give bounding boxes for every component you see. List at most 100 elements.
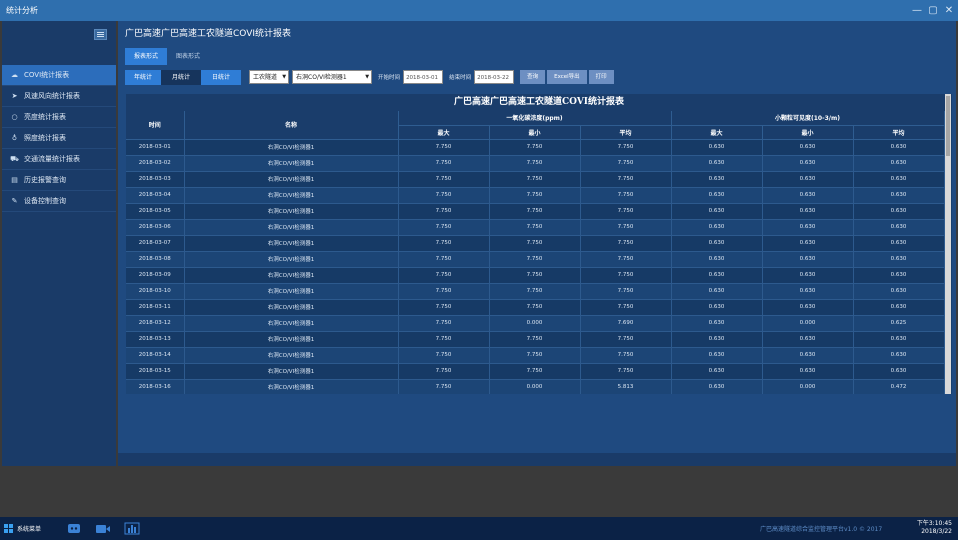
cell-co-min: 7.750 [489, 251, 581, 268]
col-vi-max: 最大 [671, 125, 763, 140]
sidebar-item-label: COVI统计报表 [24, 71, 70, 79]
cell-co-avg: 7.750 [580, 219, 672, 236]
cell-vi-avg: 0.630 [853, 251, 945, 268]
sidebar-item-5[interactable]: ▤ 历史报警查询 [2, 170, 116, 191]
page-title: 广巴高速广巴高速工农隧道COVI统计报表 [125, 29, 292, 39]
sidebar-menu: ☁ COVI统计报表 ➤ 风速风向统计报表 ○ 亮度统计报表 ♁ 照度统计报表 ⛟ 交通流量统计报… [2, 65, 116, 212]
print-button[interactable]: 打印 [588, 70, 614, 84]
table-row: 2018-03-04 右洞CO/VI检测器1 7.750 7.750 7.750 0.63… [126, 187, 945, 204]
sidebar-item-label: 交通流量统计报表 [24, 155, 80, 163]
tab-report-form[interactable]: 报表形式 [125, 48, 168, 65]
cell-co-avg: 7.750 [580, 283, 672, 300]
cell-vi-min: 0.630 [762, 203, 854, 220]
year-stat-button[interactable]: 年统计 [125, 69, 162, 85]
taskbar: 系统菜单 广巴高速隧道综合监控管理平台v1.0 © 2017 下午3:10:45… [0, 517, 958, 540]
scrollbar-thumb[interactable] [946, 96, 950, 156]
close-icon[interactable]: ✕ [944, 0, 954, 21]
report-scrollbar[interactable] [945, 94, 951, 394]
gamepad-icon[interactable] [66, 521, 82, 536]
table-row: 2018-03-15 右洞CO/VI检测器1 7.750 7.750 7.750 0.63… [126, 363, 945, 380]
start-time-input[interactable]: 2018-03-01 [403, 70, 444, 84]
cell-name: 右洞CO/VI检测器1 [184, 219, 399, 236]
cell-co-min: 7.750 [489, 235, 581, 252]
sidebar-item-0[interactable]: ☁ COVI统计报表 [2, 65, 116, 86]
cell-name: 右洞CO/VI检测器1 [184, 267, 399, 284]
col-time: 时间 [126, 111, 185, 140]
sidebar-item-label: 风速风向统计报表 [24, 92, 80, 100]
end-time-input[interactable]: 2018-03-22 [474, 70, 515, 84]
excel-export-button[interactable]: Excel导出 [547, 70, 587, 84]
day-stat-button[interactable]: 日统计 [201, 69, 242, 85]
cell-vi-min: 0.630 [762, 219, 854, 236]
cell-name: 右洞CO/VI检测器1 [184, 139, 399, 156]
app-window: 统计分析 — ▢ ✕ ☁ COVI统计报表 ➤ 风速风向统计报表 ○ 亮度统计报表 ♁ 照度统… [0, 0, 958, 540]
cell-vi-min: 0.000 [762, 315, 854, 332]
bar-chart-icon[interactable] [124, 521, 140, 536]
sidebar-item-3[interactable]: ♁ 照度统计报表 [2, 128, 116, 149]
cell-co-max: 7.750 [398, 187, 490, 204]
sidebar-header [2, 21, 116, 65]
cell-co-max: 7.750 [398, 139, 490, 156]
col-group-co: 一氧化碳浓度(ppm) [398, 111, 672, 126]
cell-co-min: 7.750 [489, 331, 581, 348]
cell-time: 2018-03-13 [126, 331, 185, 348]
end-time-label: 结束时间 [449, 75, 472, 81]
cell-time: 2018-03-15 [126, 363, 185, 380]
cell-time: 2018-03-09 [126, 267, 185, 284]
minimize-icon[interactable]: — [912, 0, 922, 21]
video-camera-icon[interactable] [95, 521, 111, 536]
start-time-label: 开始时间 [378, 75, 401, 81]
sidebar-item-1[interactable]: ➤ 风速风向统计报表 [2, 86, 116, 107]
cell-time: 2018-03-11 [126, 299, 185, 316]
cell-vi-max: 0.630 [671, 155, 763, 172]
cell-vi-avg: 0.630 [853, 331, 945, 348]
cell-co-max: 7.750 [398, 363, 490, 380]
panel-bottom-strip [118, 453, 956, 466]
cell-vi-min: 0.630 [762, 267, 854, 284]
cell-vi-avg: 0.630 [853, 139, 945, 156]
tab-chart-form[interactable]: 图表形式 [167, 48, 209, 65]
cell-time: 2018-03-05 [126, 203, 185, 220]
menu-toggle-icon[interactable] [94, 29, 107, 40]
cell-vi-max: 0.630 [671, 203, 763, 220]
cell-co-min: 0.000 [489, 379, 581, 394]
month-stat-button[interactable]: 月统计 [161, 69, 202, 85]
cell-name: 右洞CO/VI检测器1 [184, 283, 399, 300]
cell-vi-avg: 0.625 [853, 315, 945, 332]
cell-co-min: 7.750 [489, 155, 581, 172]
cell-co-avg: 7.750 [580, 139, 672, 156]
cell-name: 右洞CO/VI检测器1 [184, 251, 399, 268]
filter-toolbar: 年统计 月统计 日统计 工农隧道 ▼ 右洞CO/VI检测器1 ▼ 开始时间 20… [125, 69, 614, 85]
cell-co-avg: 5.813 [580, 379, 672, 394]
query-button[interactable]: 查询 [520, 70, 546, 84]
col-co-avg: 平均 [580, 125, 672, 140]
cell-time: 2018-03-06 [126, 219, 185, 236]
cell-name: 右洞CO/VI检测器1 [184, 235, 399, 252]
window-title: 统计分析 [6, 6, 38, 15]
col-group-vi: 小颗粒可见度(10-3/m) [671, 111, 945, 126]
cell-co-max: 7.750 [398, 235, 490, 252]
cell-vi-avg: 0.630 [853, 283, 945, 300]
cell-vi-max: 0.630 [671, 363, 763, 380]
device-select[interactable]: 右洞CO/VI检测器1 ▼ [292, 70, 373, 84]
col-vi-min: 最小 [762, 125, 854, 140]
sidebar-item-4[interactable]: ⛟ 交通流量统计报表 [2, 149, 116, 170]
col-co-max: 最大 [398, 125, 490, 140]
sidebar-item-6[interactable]: ✎ 设备控制查询 [2, 191, 116, 212]
table-row: 2018-03-16 右洞CO/VI检测器1 7.750 0.000 5.813 0.63… [126, 379, 945, 394]
cell-vi-min: 0.630 [762, 363, 854, 380]
wrench-icon: ✎ [11, 197, 18, 205]
cell-co-min: 7.750 [489, 347, 581, 364]
cell-co-avg: 7.750 [580, 235, 672, 252]
tunnel-select[interactable]: 工农隧道 ▼ [249, 70, 290, 84]
cell-co-avg: 7.750 [580, 363, 672, 380]
maximize-icon[interactable]: ▢ [928, 0, 938, 21]
sidebar-item-2[interactable]: ○ 亮度统计报表 [2, 107, 116, 128]
cell-time: 2018-03-12 [126, 315, 185, 332]
send-icon: ➤ [11, 92, 18, 100]
start-button[interactable]: 系统菜单 [4, 521, 41, 536]
table-row: 2018-03-08 右洞CO/VI检测器1 7.750 7.750 7.750 0.63… [126, 251, 945, 268]
cell-co-min: 7.750 [489, 187, 581, 204]
table-row: 2018-03-05 右洞CO/VI检测器1 7.750 7.750 7.750 0.63… [126, 203, 945, 220]
main-panel: 广巴高速广巴高速工农隧道COVI统计报表 报表形式 图表形式 年统计 月统计 日… [118, 21, 956, 453]
